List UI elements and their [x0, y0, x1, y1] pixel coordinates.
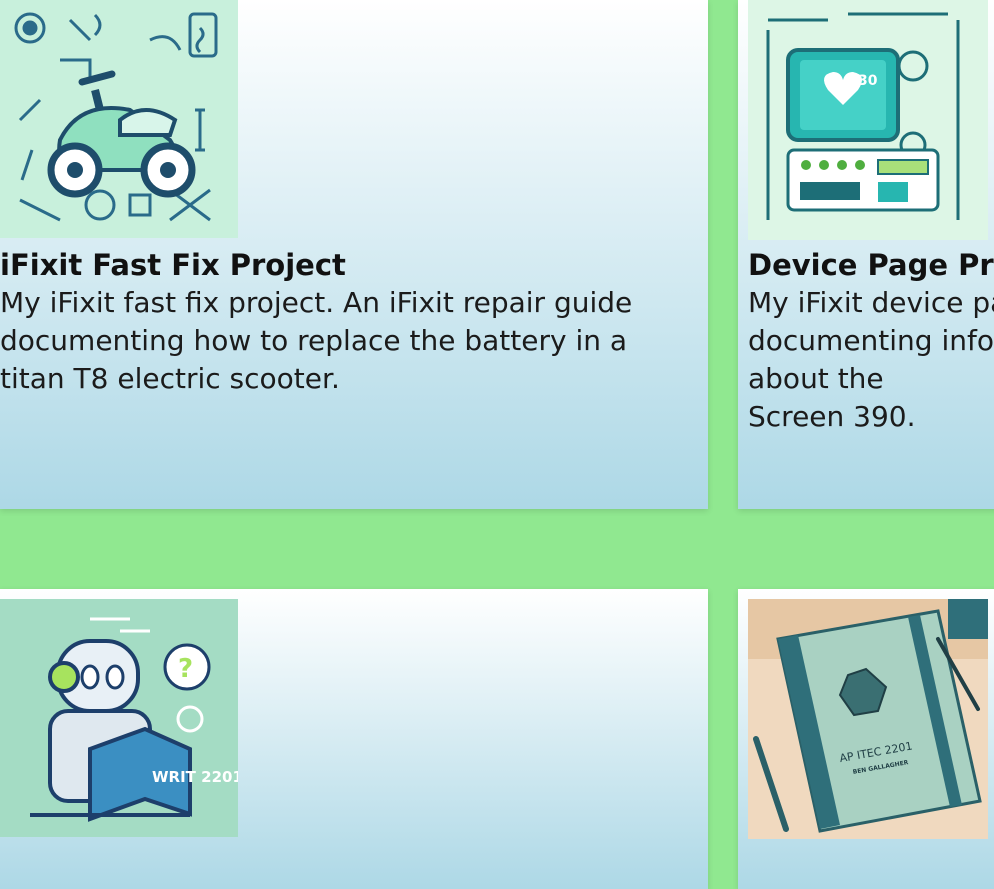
question-mark-icon: ? [178, 654, 193, 684]
device-illustration-image: 30 [748, 0, 988, 240]
robot-reading-illustration-image: ? WRIT 2201 [0, 599, 238, 837]
notebook-illustration-image: AP ITEC 2201 BEN GALLAGHER [748, 599, 988, 839]
project-card-aptec-2201[interactable]: AP ITEC 2201 BEN GALLAGHER [738, 589, 994, 889]
svg-text:30: 30 [858, 73, 878, 89]
book-cover-text: WRIT 2201 [152, 768, 238, 786]
scooter-illustration-image [0, 0, 238, 238]
card-description: My iFixit fast fix project. An iFixit re… [0, 286, 633, 395]
project-card-ifixit-fast-fix[interactable]: iFixit Fast Fix Project My iFixit fast f… [0, 0, 708, 509]
card-description: My iFixit device page project, documenti… [748, 286, 994, 433]
card-title: iFixit Fast Fix Project [0, 248, 346, 282]
project-card-device-page[interactable]: 30 Device Page Project My iFixit device … [738, 0, 994, 509]
card-title: Device Page Project [748, 248, 994, 282]
project-card-writ-2201[interactable]: ? WRIT 2201 [0, 589, 708, 889]
